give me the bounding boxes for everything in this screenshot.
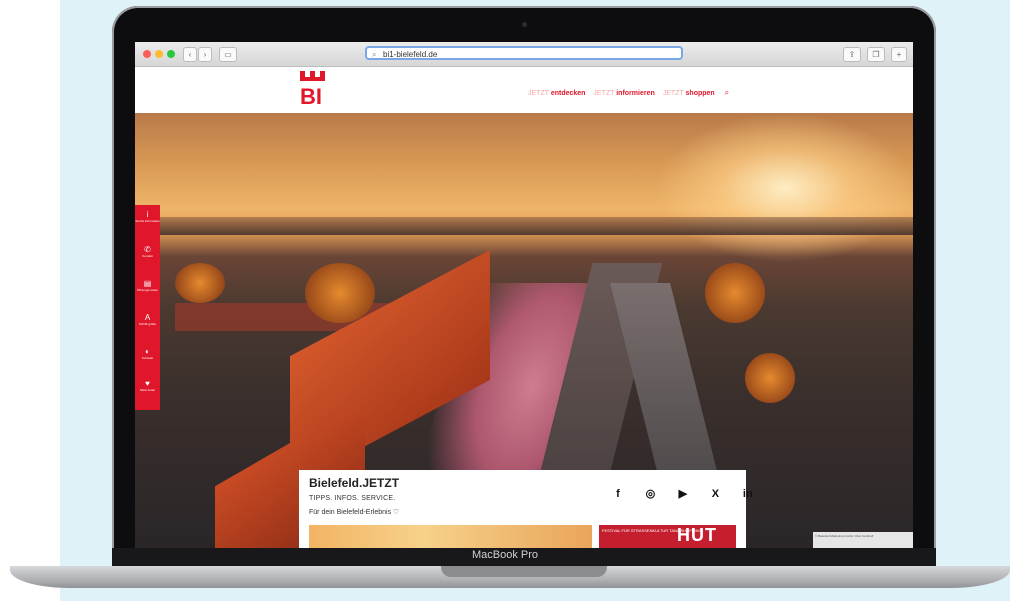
sidebar-item-wishlist[interactable]: ♥ Merk-zettel <box>135 379 160 392</box>
autumn-tree <box>175 263 225 303</box>
sidebar-label: Merk-zettel <box>140 388 155 392</box>
youtube-icon[interactable]: ▶ <box>674 487 692 500</box>
sidebar-item-opening-hours[interactable]: ▤ Öffnungs-zeiten <box>135 279 160 292</box>
main-navigation: JETZT entdecken JETZT informieren JETZT … <box>528 88 729 98</box>
horizon <box>135 217 913 235</box>
site-header: BI JETZT entdecken JETZT informieren JET… <box>135 67 913 113</box>
address-bar[interactable]: ⌕ bi1-bielefeld.de <box>365 46 683 60</box>
sidebar-item-contrast[interactable]: ◐ Kontrast <box>135 347 160 360</box>
heart-icon: ♥ <box>145 379 150 388</box>
promo-teaser[interactable]: FESTIVAL FÜR STRASSENKULTUR TANZ SHOPPIN… <box>599 525 736 548</box>
sidebar-label: Tourist Information <box>135 219 160 223</box>
minimize-window-button[interactable] <box>155 50 163 58</box>
font-size-icon: A <box>144 313 151 322</box>
nav-label: shoppen <box>685 90 715 97</box>
maximize-window-button[interactable] <box>167 50 175 58</box>
sidebar-label: Kontakt <box>142 254 153 258</box>
nav-label: entdecken <box>550 90 586 97</box>
facebook-icon[interactable]: f <box>609 488 627 500</box>
sidebar-item-tourist-info[interactable]: i Tourist Information <box>135 210 160 223</box>
calendar-icon: ▤ <box>143 279 152 288</box>
close-window-button[interactable] <box>143 50 151 58</box>
nav-item-informieren[interactable]: JETZT informieren <box>593 90 660 97</box>
card-subtitle: TIPPS. INFOS. SERVICE. <box>309 495 396 502</box>
site-search-icon[interactable]: ⌕ <box>725 88 729 97</box>
forward-button[interactable]: › <box>198 47 212 62</box>
autumn-tree <box>305 263 375 323</box>
sidebar-label: Kontrast <box>141 356 154 360</box>
social-links: f ◎ ▶ X in <box>609 484 767 502</box>
teaser-image[interactable] <box>309 525 592 548</box>
sidebar-toggle-icon[interactable]: ▭ <box>219 47 237 62</box>
card-text: Für dein Bielefeld-Erlebnis ♡ <box>309 509 400 516</box>
sidebar-item-font-size[interactable]: A Schrift-größe <box>135 313 160 326</box>
tabs-icon[interactable]: ❐ <box>867 47 885 62</box>
nav-prefix: JETZT <box>593 90 615 97</box>
contrast-icon: ◐ <box>145 347 150 356</box>
nav-item-shoppen[interactable]: JETZT shoppen <box>663 90 721 97</box>
sidebar-label: Öffnungs-zeiten <box>136 288 159 292</box>
logo-text: BI <box>300 84 322 107</box>
nav-label: informieren <box>616 90 655 97</box>
laptop-notch <box>441 566 607 577</box>
new-tab-icon[interactable]: + <box>891 47 907 62</box>
service-sidebar: i Tourist Information ✆ Kontakt ▤ Öffnun… <box>135 205 160 410</box>
nav-prefix: JETZT <box>662 90 684 97</box>
card-title: Bielefeld.JETZT <box>309 476 400 490</box>
laptop-screen: ‹ › ▭ ⌕ bi1-bielefeld.de ⇪ ❐ + BI JETZT … <box>135 42 913 548</box>
phone-icon: ✆ <box>144 245 151 254</box>
device-label: MacBook Pro <box>471 549 539 561</box>
promo-big-text: HUT <box>677 525 717 545</box>
photo-credit: © Bielefeld Marketing GmbH / Max Kerkhof… <box>813 532 913 548</box>
url-text: bi1-bielefeld.de <box>383 50 438 59</box>
instagram-icon[interactable]: ◎ <box>641 487 659 500</box>
xing-icon[interactable]: X <box>706 488 724 500</box>
share-icon[interactable]: ⇪ <box>843 47 861 62</box>
info-icon: i <box>146 210 149 219</box>
bielefeld-logo[interactable]: BI <box>300 71 326 107</box>
search-icon: ⌕ <box>372 50 377 59</box>
back-button[interactable]: ‹ <box>183 47 197 62</box>
nav-item-entdecken[interactable]: JETZT entdecken <box>528 90 591 97</box>
linkedin-icon[interactable]: in <box>739 488 757 500</box>
camera-dot <box>522 22 527 27</box>
autumn-tree <box>705 263 765 323</box>
intro-card: Bielefeld.JETZT TIPPS. INFOS. SERVICE. F… <box>299 470 753 548</box>
sidebar-item-contact[interactable]: ✆ Kontakt <box>135 245 160 258</box>
nav-prefix: JETZT <box>528 90 549 97</box>
autumn-tree <box>745 353 795 403</box>
sunset-glow <box>655 113 913 263</box>
browser-toolbar: ‹ › ▭ ⌕ bi1-bielefeld.de ⇪ ❐ + <box>135 42 913 67</box>
sidebar-label: Schrift-größe <box>138 322 157 326</box>
